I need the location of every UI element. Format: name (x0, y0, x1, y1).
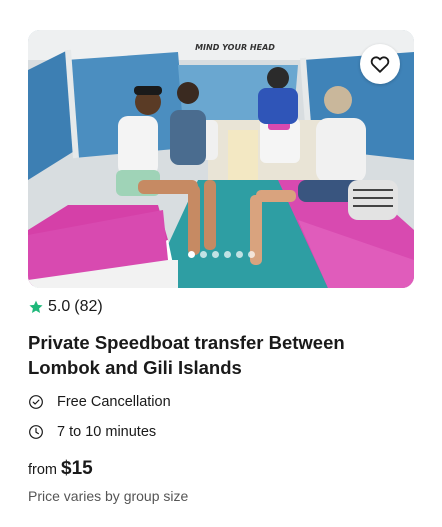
rating-count: (82) (74, 298, 103, 315)
star-icon (29, 300, 43, 313)
carousel-dot[interactable] (223, 251, 231, 258)
feature-label: Free Cancellation (57, 394, 171, 410)
activity-title[interactable]: Private Speedboat transfer Between Lombo… (28, 330, 398, 380)
heart-outline-icon (370, 56, 390, 73)
feature-label: 7 to 10 minutes (57, 424, 157, 440)
speedboat-interior-image: MIND YOUR HEAD (28, 30, 414, 288)
check-circle-icon (29, 395, 43, 409)
activity-card[interactable]: MIND YOUR HEAD 5.0 (82) Private Speedboa… (28, 30, 414, 504)
carousel-dot[interactable] (235, 251, 243, 258)
rating: 5.0 (82) (28, 298, 414, 316)
carousel-dot[interactable] (199, 251, 207, 258)
activity-photo[interactable]: MIND YOUR HEAD (28, 30, 414, 288)
price-amount: $15 (61, 458, 93, 479)
clock-icon (29, 425, 43, 439)
carousel-dot[interactable] (187, 251, 195, 258)
wishlist-button[interactable] (360, 44, 400, 84)
feature-free-cancellation: Free Cancellation (28, 392, 414, 412)
carousel-dot[interactable] (211, 251, 219, 258)
carousel-dot[interactable] (247, 251, 255, 258)
price-prefix: from (28, 462, 57, 478)
carousel-dots (28, 251, 414, 258)
boat-sign-text: MIND YOUR HEAD (195, 43, 275, 52)
feature-duration: 7 to 10 minutes (28, 422, 414, 442)
price-note: Price varies by group size (28, 488, 189, 504)
price: from $15 (28, 458, 414, 482)
rating-score: 5.0 (48, 298, 71, 315)
